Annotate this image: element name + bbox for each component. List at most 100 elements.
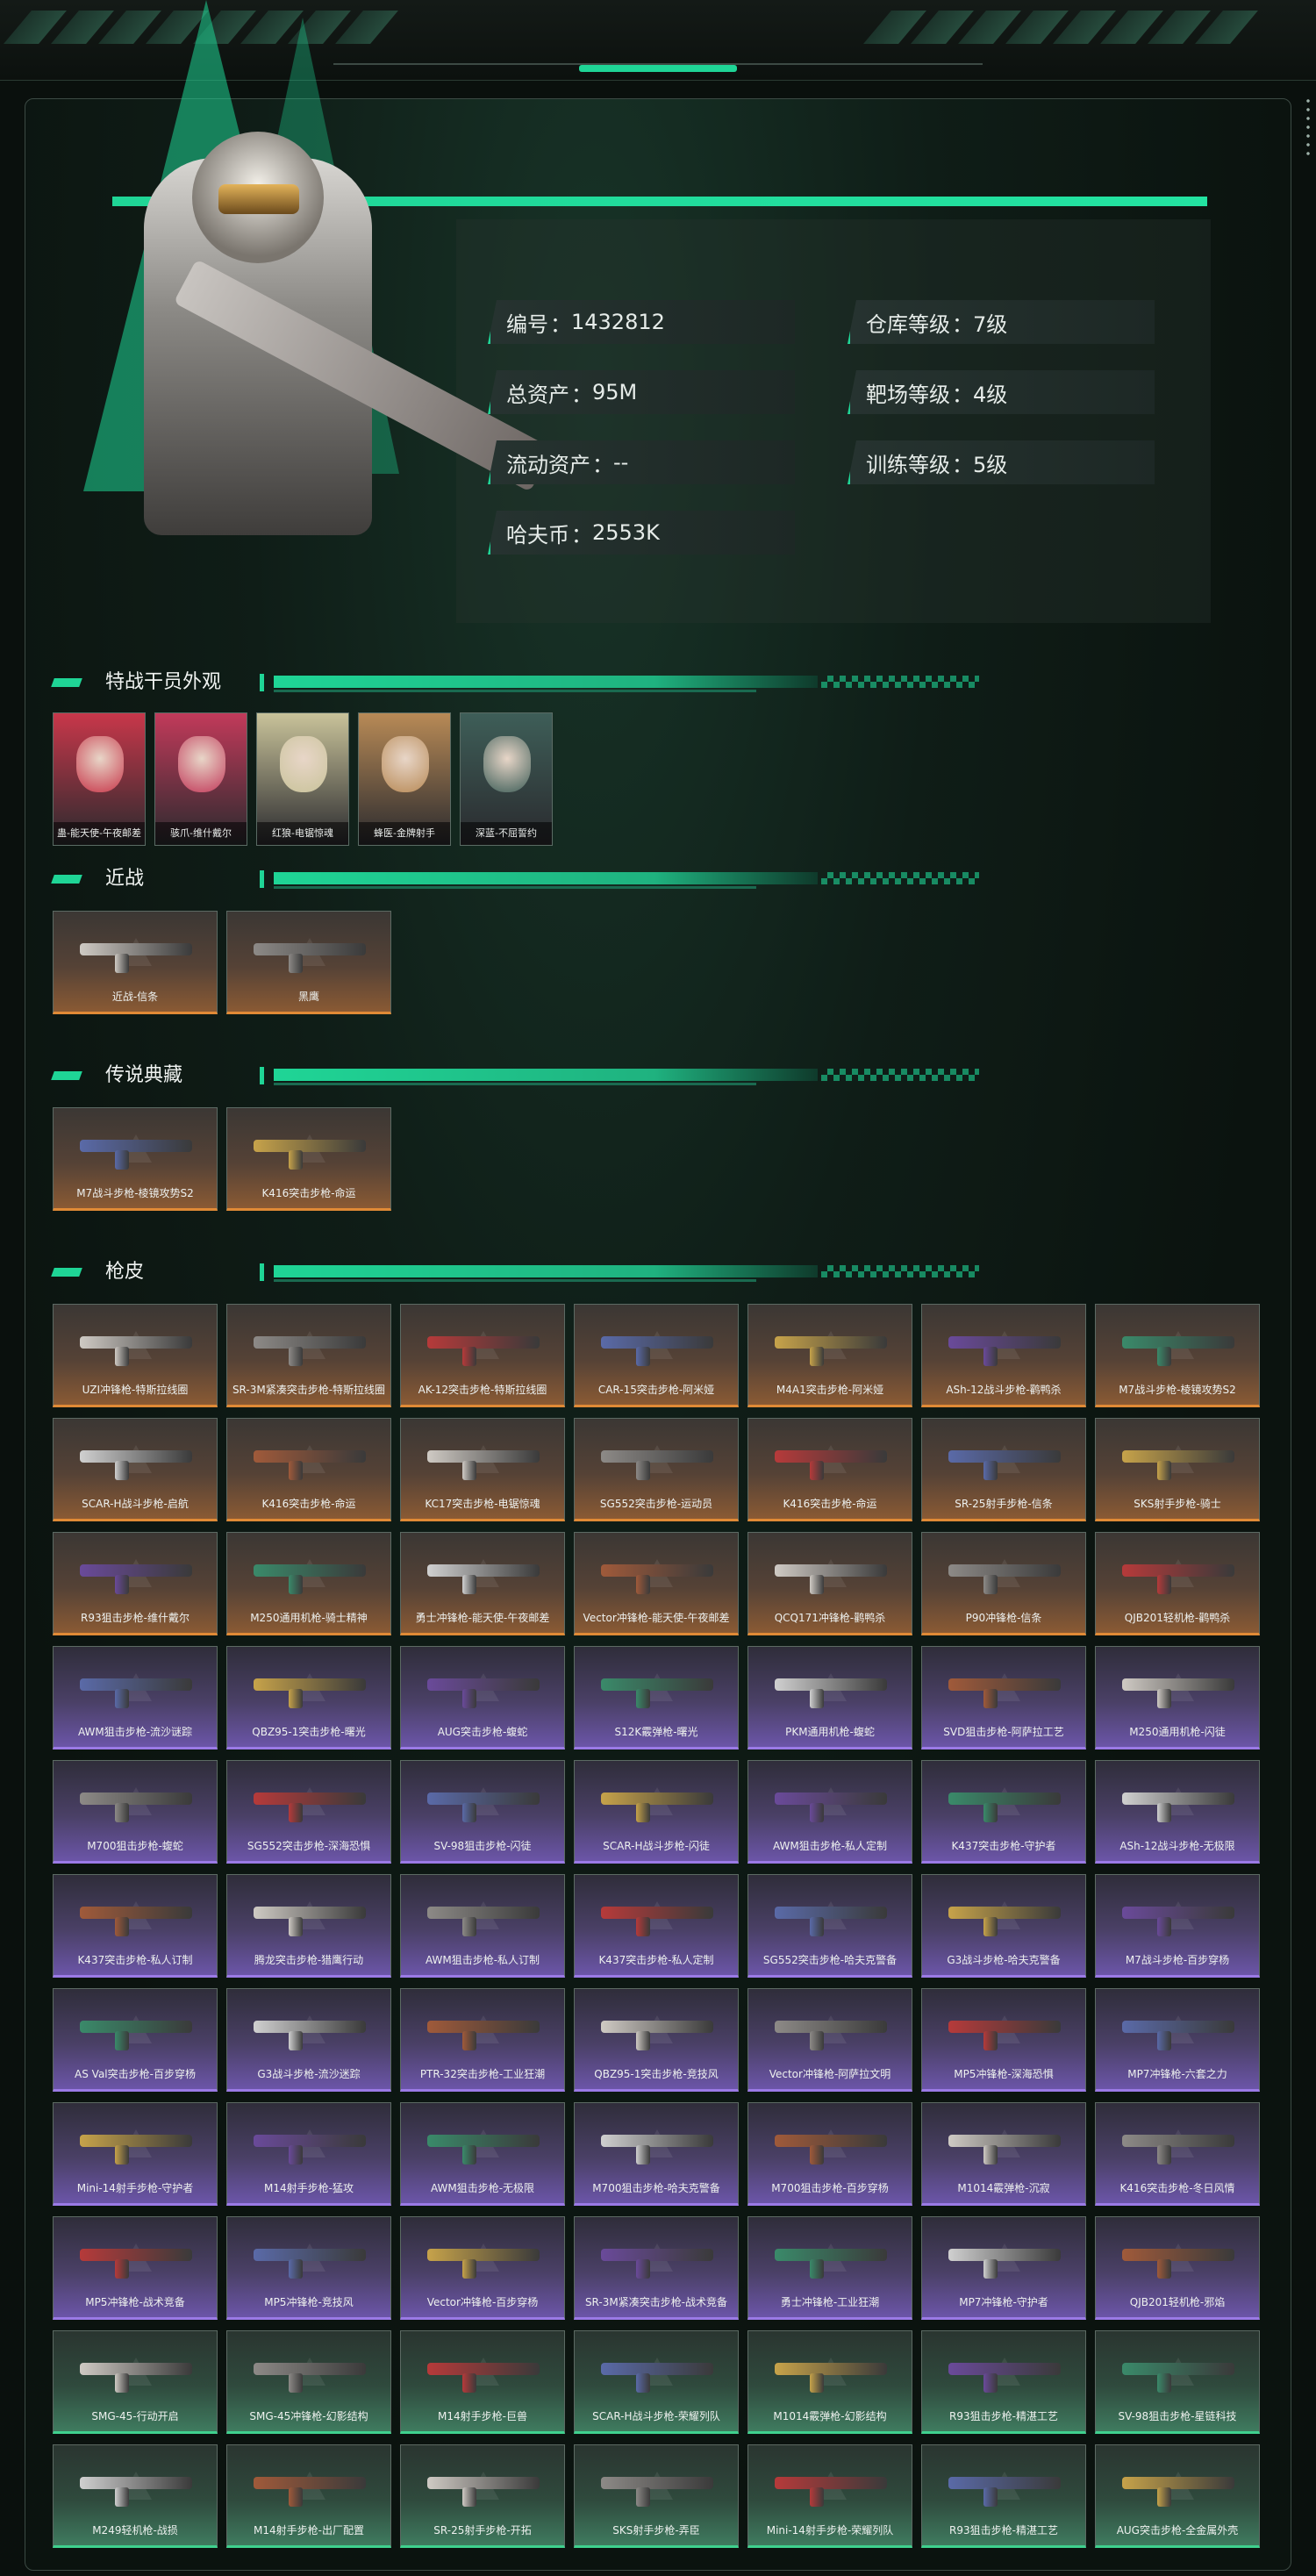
weapon-skin-card[interactable]: AK-12突击步枪-特斯拉线圈: [400, 1304, 565, 1407]
weapon-skin-card[interactable]: K416突击步枪-命运: [226, 1418, 391, 1521]
weapon-skin-card[interactable]: MP7冲锋枪-六套之力: [1095, 1988, 1260, 2092]
agent-skin-card[interactable]: 蜂医-金牌射手: [358, 712, 451, 846]
weapon-skin-card[interactable]: 近战-信条: [53, 911, 218, 1014]
weapon-skin-card[interactable]: K416突击步枪-命运: [747, 1418, 912, 1521]
weapon-skin-card[interactable]: QJB201轻机枪-鹳鸭杀: [1095, 1532, 1260, 1635]
weapon-skin-name: SKS射手步枪-弄臣: [612, 2524, 700, 2537]
weapon-skin-card[interactable]: AWM狙击步枪-私人定制: [747, 1760, 912, 1864]
weapon-skin-card[interactable]: R93狙击步枪-维什戴尔: [53, 1532, 218, 1635]
weapon-skin-card[interactable]: 黑鹰: [226, 911, 391, 1014]
weapon-skin-name: M14射手步枪-出厂配置: [254, 2524, 364, 2537]
weapon-skin-card[interactable]: SR-3M紧凑突击步枪-特斯拉线圈: [226, 1304, 391, 1407]
weapon-skin-card[interactable]: AWM狙击步枪-无极限: [400, 2102, 565, 2206]
weapon-skin-card[interactable]: MP5冲锋枪-战术竞备: [53, 2216, 218, 2320]
weapon-skin-card[interactable]: M14射手步枪-出厂配置: [226, 2444, 391, 2548]
weapon-skin-card[interactable]: AWM狙击步枪-私人订制: [400, 1874, 565, 1978]
weapon-skin-card[interactable]: UZI冲锋枪-特斯拉线圈: [53, 1304, 218, 1407]
weapon-skin-card[interactable]: MP5冲锋枪-竞技风: [226, 2216, 391, 2320]
weapon-skin-card[interactable]: SR-25射手步枪-信条: [921, 1418, 1086, 1521]
weapon-skin-card[interactable]: SKS射手步枪-弄臣: [574, 2444, 739, 2548]
weapon-skin-card[interactable]: Vector冲锋枪-百步穿杨: [400, 2216, 565, 2320]
weapon-skin-card[interactable]: ASh-12战斗步枪-无极限: [1095, 1760, 1260, 1864]
weapon-skin-card[interactable]: SMG-45-行动开启: [53, 2330, 218, 2434]
weapon-skin-card[interactable]: K416突击步枪-冬日风情: [1095, 2102, 1260, 2206]
weapon-skin-card[interactable]: AWM狙击步枪-流沙谜踪: [53, 1646, 218, 1750]
weapon-skin-card[interactable]: M700狙击步枪-哈夫克警备: [574, 2102, 739, 2206]
weapon-skin-name: M250通用机枪-闪徒: [1129, 1726, 1226, 1738]
weapon-skin-card[interactable]: K437突击步枪-私人订制: [53, 1874, 218, 1978]
weapon-skin-card[interactable]: SG552突击步枪-深海恐惧: [226, 1760, 391, 1864]
weapon-skin-card[interactable]: KC17突击步枪-电锯惊魂: [400, 1418, 565, 1521]
weapon-skin-card[interactable]: M7战斗步枪-棱镜攻势S2: [53, 1107, 218, 1211]
weapon-skin-card[interactable]: M4A1突击步枪-阿米娅: [747, 1304, 912, 1407]
weapon-skin-card[interactable]: M250通用机枪-骑士精神: [226, 1532, 391, 1635]
weapon-skin-name: MP7冲锋枪-守护者: [959, 2296, 1048, 2308]
weapon-skin-card[interactable]: SV-98狙击步枪-闪徒: [400, 1760, 565, 1864]
weapon-skin-card[interactable]: SVD狙击步枪-阿萨拉工艺: [921, 1646, 1086, 1750]
weapon-skin-card[interactable]: K437突击步枪-守护者: [921, 1760, 1086, 1864]
weapon-skin-card[interactable]: SV-98狙击步枪-星链科技: [1095, 2330, 1260, 2434]
weapon-image: [601, 2249, 713, 2279]
weapon-skin-card[interactable]: 勇士冲锋枪-能天使-午夜邮差: [400, 1532, 565, 1635]
weapon-skin-card[interactable]: AS Val突击步枪-百步穿杨: [53, 1988, 218, 2092]
weapon-skin-name: Vector冲锋枪-能天使-午夜邮差: [583, 1612, 730, 1624]
weapon-skin-card[interactable]: PTR-32突击步枪-工业狂潮: [400, 1988, 565, 2092]
weapon-skin-card[interactable]: AUG突击步枪-蝮蛇: [400, 1646, 565, 1750]
weapon-skin-card[interactable]: PKM通用机枪-蝮蛇: [747, 1646, 912, 1750]
agent-skin-card[interactable]: 深蓝-不屈誓约: [460, 712, 553, 846]
weapon-skin-card[interactable]: M700狙击步枪-蝮蛇: [53, 1760, 218, 1864]
weapon-skin-card[interactable]: SR-25射手步枪-开拓: [400, 2444, 565, 2548]
weapon-skin-card[interactable]: QBZ95-1突击步枪-竞技风: [574, 1988, 739, 2092]
weapon-skin-card[interactable]: CAR-15突击步枪-阿米娅: [574, 1304, 739, 1407]
weapon-skin-card[interactable]: MP5冲锋枪-深海恐惧: [921, 1988, 1086, 2092]
weapon-skin-card[interactable]: MP7冲锋枪-守护者: [921, 2216, 1086, 2320]
weapon-skin-card[interactable]: M7战斗步枪-棱镜攻势S2: [1095, 1304, 1260, 1407]
weapon-skin-card[interactable]: Vector冲锋枪-能天使-午夜邮差: [574, 1532, 739, 1635]
agent-skin-card[interactable]: 骇爪-维什戴尔: [154, 712, 247, 846]
weapon-skin-card[interactable]: Vector冲锋枪-阿萨拉文明: [747, 1988, 912, 2092]
weapon-skin-card[interactable]: G3战斗步枪-哈夫克警备: [921, 1874, 1086, 1978]
weapon-skin-card[interactable]: M700狙击步枪-百步穿杨: [747, 2102, 912, 2206]
weapon-skin-card[interactable]: K437突击步枪-私人定制: [574, 1874, 739, 1978]
weapon-skin-card[interactable]: SMG-45冲锋枪-幻影结构: [226, 2330, 391, 2434]
weapon-skin-card[interactable]: M250通用机枪-闪徒: [1095, 1646, 1260, 1750]
weapon-skin-card[interactable]: M1014霰弹枪-幻影结构: [747, 2330, 912, 2434]
weapon-skin-card[interactable]: M14射手步枪-巨兽: [400, 2330, 565, 2434]
weapon-skin-card[interactable]: S12K霰弹枪-曙光: [574, 1646, 739, 1750]
weapon-skin-card[interactable]: SCAR-H战斗步枪-闪徒: [574, 1760, 739, 1864]
weapon-skin-name: SCAR-H战斗步枪-启航: [82, 1498, 189, 1510]
weapon-skin-card[interactable]: SCAR-H战斗步枪-启航: [53, 1418, 218, 1521]
weapon-skin-card[interactable]: QCQ171冲锋枪-鹳鸭杀: [747, 1532, 912, 1635]
weapon-skin-card[interactable]: Mini-14射手步枪-荣耀列队: [747, 2444, 912, 2548]
weapon-skin-card[interactable]: ASh-12战斗步枪-鹳鸭杀: [921, 1304, 1086, 1407]
weapon-skin-card[interactable]: 腾龙突击步枪-猎鹰行动: [226, 1874, 391, 1978]
weapon-skin-name: Vector冲锋枪-百步穿杨: [426, 2296, 539, 2308]
scrollbar-dots[interactable]: [1305, 97, 1311, 158]
weapon-skin-card[interactable]: M1014霰弹枪-沉寂: [921, 2102, 1086, 2206]
weapon-skin-card[interactable]: M249轻机枪-战损: [53, 2444, 218, 2548]
agent-skin-card[interactable]: 蛊-能天使-午夜邮差: [53, 712, 146, 846]
weapon-skin-name: QCQ171冲锋枪-鹳鸭杀: [774, 1612, 886, 1624]
weapon-skin-card[interactable]: R93狙击步枪-精湛工艺: [921, 2330, 1086, 2434]
weapon-skin-card[interactable]: QBZ95-1突击步枪-曙光: [226, 1646, 391, 1750]
weapon-skin-card[interactable]: SG552突击步枪-运动员: [574, 1418, 739, 1521]
weapon-skin-card[interactable]: M14射手步枪-猛攻: [226, 2102, 391, 2206]
section-legend-header: 传说典藏: [51, 1060, 979, 1095]
weapon-skin-card[interactable]: SG552突击步枪-哈夫克警备: [747, 1874, 912, 1978]
weapon-skin-card[interactable]: P90冲锋枪-信条: [921, 1532, 1086, 1635]
weapon-skin-card[interactable]: SCAR-H战斗步枪-荣耀列队: [574, 2330, 739, 2434]
weapon-skin-card[interactable]: SR-3M紧凑突击步枪-战术竞备: [574, 2216, 739, 2320]
weapon-skin-card[interactable]: Mini-14射手步枪-守护者: [53, 2102, 218, 2206]
agent-skin-name: 蛊-能天使-午夜邮差: [54, 822, 145, 845]
weapon-skin-card[interactable]: SKS射手步枪-骑士: [1095, 1418, 1260, 1521]
weapon-skin-card[interactable]: AUG突击步枪-全金属外壳: [1095, 2444, 1260, 2548]
weapon-skin-card[interactable]: 勇士冲锋枪-工业狂潮: [747, 2216, 912, 2320]
weapon-skin-card[interactable]: QJB201轻机枪-邪焰: [1095, 2216, 1260, 2320]
weapon-skin-card[interactable]: K416突击步枪-命运: [226, 1107, 391, 1211]
weapon-skin-name: SCAR-H战斗步枪-闪徒: [603, 1840, 710, 1852]
agent-skin-card[interactable]: 红狼-电锯惊魂: [256, 712, 349, 846]
weapon-skin-card[interactable]: R93狙击步枪-精湛工艺: [921, 2444, 1086, 2548]
weapon-skin-card[interactable]: G3战斗步枪-流沙迷踪: [226, 1988, 391, 2092]
weapon-skin-card[interactable]: M7战斗步枪-百步穿杨: [1095, 1874, 1260, 1978]
weapon-skin-name: AWM狙击步枪-私人定制: [772, 1840, 888, 1852]
